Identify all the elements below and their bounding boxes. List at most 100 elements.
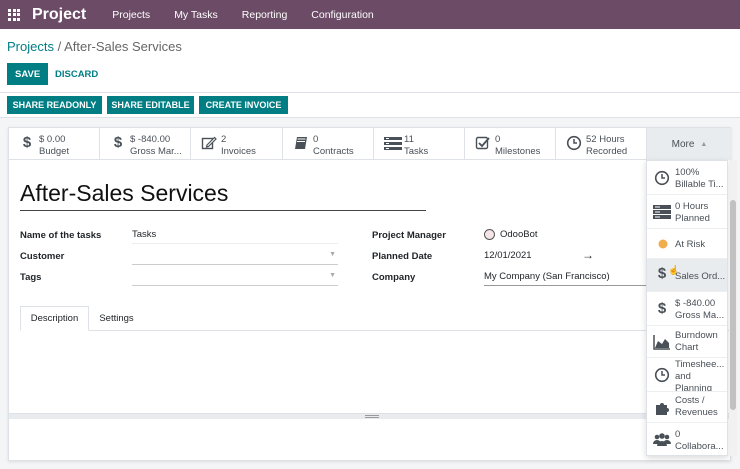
dropdown-item-collaborators[interactable]: 0 Collabora... — [647, 423, 727, 455]
book-icon — [293, 135, 309, 151]
dollar-icon: $ — [657, 300, 667, 317]
dropdown-item-value: 100% — [675, 167, 700, 178]
share-editable-button[interactable]: SHARE EDITABLE — [107, 96, 194, 114]
dropdown-item-costs-revenues[interactable]: Costs / Revenues — [647, 392, 727, 423]
dropdown-item-label: Gross Ma... — [675, 310, 725, 321]
pencil-square-icon — [201, 135, 217, 151]
control-panel: Projects / After-Sales Services SAVE DIS… — [0, 29, 740, 93]
scrollbar-thumb[interactable] — [730, 200, 736, 410]
tab-description[interactable]: Description — [20, 306, 89, 331]
dropdown-item-value: $ -840.00 — [675, 298, 716, 309]
editor-resize-bar[interactable] — [9, 413, 732, 419]
apps-menu-icon[interactable] — [8, 8, 22, 21]
company-input[interactable]: My Company (San Francisco) — [484, 270, 647, 286]
menu-configuration[interactable]: Configuration — [311, 9, 373, 21]
stat-value: 52 Hours — [586, 134, 625, 145]
stat-budget-button[interactable]: $ $ 0.00 Budget — [9, 128, 100, 160]
stat-value: 0 — [313, 134, 319, 145]
project-manager-input[interactable]: OdooBot — [484, 228, 644, 244]
dropdown-item-label: Timeshee... — [675, 359, 725, 370]
project-manager-label: Project Manager — [372, 230, 446, 241]
customer-input[interactable]: ▼ — [132, 249, 338, 265]
dropdown-item-label: Planned — [675, 213, 710, 224]
status-dot-icon — [653, 236, 671, 252]
menu-my-tasks[interactable]: My Tasks — [174, 9, 218, 21]
stat-label: Budget — [39, 146, 70, 157]
stat-button-box: $ $ 0.00 Budget $ $ -840.00 Gross Mar...… — [9, 128, 732, 160]
dropdown-item-label-line2: and — [675, 371, 691, 382]
clock-icon — [653, 170, 671, 186]
menu-projects[interactable]: Projects — [112, 9, 150, 21]
breadcrumb: Projects / After-Sales Services — [7, 39, 182, 54]
stat-value: 0 — [495, 134, 501, 145]
more-button[interactable]: More ▲ — [647, 128, 732, 160]
stat-label: Tasks — [404, 146, 429, 157]
dropdown-item-label: Billable Ti... — [675, 179, 724, 190]
dropdown-item-status[interactable]: At Risk — [647, 229, 727, 259]
dropdown-item-label: Costs / — [675, 395, 705, 406]
form-notebook-tabs: Description Settings — [20, 306, 732, 331]
stat-value: 2 — [221, 134, 227, 145]
clock-icon — [566, 135, 582, 151]
dropdown-caret-icon: ▼ — [329, 272, 336, 279]
planned-date-start-input[interactable]: 12/01/2021 — [484, 249, 584, 265]
stat-label: Contracts — [313, 146, 354, 157]
name-of-tasks-input[interactable]: Tasks — [132, 228, 338, 244]
name-of-tasks-label: Name of the tasks — [20, 230, 102, 241]
form-sheet: $ $ 0.00 Budget $ $ -840.00 Gross Mar...… — [8, 127, 732, 461]
dropdown-item-label-line3: Planning — [675, 383, 712, 392]
stat-label: Recorded — [586, 146, 628, 157]
dropdown-item-sales-orders[interactable]: $ ☝ Sales Ord... — [647, 259, 727, 292]
share-readonly-button[interactable]: SHARE READONLY — [7, 96, 102, 114]
stat-invoices-button[interactable]: 2 Invoices — [191, 128, 283, 160]
dollar-icon: $ — [113, 134, 123, 151]
dropdown-item-label-line2: Revenues — [675, 407, 718, 418]
dropdown-item-burndown-chart[interactable]: Burndown Chart — [647, 326, 727, 358]
dropdown-scrollbar[interactable] — [729, 160, 737, 456]
caret-up-icon: ▲ — [700, 140, 708, 148]
planned-date-value: 12/01/2021 — [484, 250, 532, 261]
stat-label: Milestones — [495, 146, 541, 157]
dropdown-item-gross-margin[interactable]: $ $ -840.00 Gross Ma... — [647, 292, 727, 326]
resize-handle-icon[interactable] — [365, 415, 379, 418]
avatar — [484, 229, 495, 240]
company-label: Company — [372, 272, 416, 283]
save-button[interactable]: SAVE — [7, 63, 49, 85]
users-icon — [653, 432, 671, 448]
dropdown-item-timesheets-planning[interactable]: Timeshee... and Planning — [647, 358, 727, 392]
create-invoice-button[interactable]: CREATE INVOICE — [199, 96, 288, 114]
breadcrumb-projects-link[interactable]: Projects — [7, 39, 54, 54]
tags-input[interactable]: ▼ — [132, 270, 338, 286]
check-square-icon — [475, 135, 491, 151]
project-title-field[interactable]: After-Sales Services — [20, 180, 426, 211]
server-icon — [653, 204, 671, 220]
customer-label: Customer — [20, 251, 65, 262]
project-manager-value: OdooBot — [500, 229, 538, 240]
dropdown-item-billable-time[interactable]: 100% Billable Ti... — [647, 161, 727, 195]
stat-label: Invoices — [221, 146, 256, 157]
dropdown-item-label: Collabora... — [675, 441, 724, 452]
tab-settings[interactable]: Settings — [89, 306, 144, 331]
breadcrumb-current: After-Sales Services — [64, 39, 182, 54]
stat-recorded-hours-button[interactable]: 52 Hours Recorded — [556, 128, 647, 160]
stat-milestones-button[interactable]: 0 Milestones — [465, 128, 556, 160]
stat-label: Gross Mar... — [130, 146, 182, 157]
more-dropdown-menu: 100% Billable Ti... 0 Hours Planned At R… — [646, 160, 728, 456]
menu-reporting[interactable]: Reporting — [242, 9, 288, 21]
clock-icon — [653, 367, 671, 383]
stat-tasks-button[interactable]: 11 Tasks — [374, 128, 465, 160]
form-statusbar: SHARE READONLY SHARE EDITABLE CREATE INV… — [0, 93, 740, 118]
stat-contracts-button[interactable]: 0 Contracts — [283, 128, 374, 160]
stat-value: $ -840.00 — [130, 134, 171, 145]
area-chart-icon — [653, 334, 671, 350]
discard-button[interactable]: DISCARD — [49, 63, 104, 85]
name-of-tasks-value: Tasks — [132, 229, 157, 240]
company-value: My Company (San Francisco) — [484, 271, 610, 282]
app-name[interactable]: Project — [32, 6, 86, 24]
dropdown-item-planned-hours[interactable]: 0 Hours Planned — [647, 195, 727, 229]
tasks-icon — [384, 135, 402, 151]
stat-value: 11 — [404, 134, 414, 145]
breadcrumb-separator: / — [53, 39, 65, 54]
dropdown-caret-icon: ▼ — [329, 251, 336, 258]
stat-gross-margin-button[interactable]: $ $ -840.00 Gross Mar... — [100, 128, 191, 160]
